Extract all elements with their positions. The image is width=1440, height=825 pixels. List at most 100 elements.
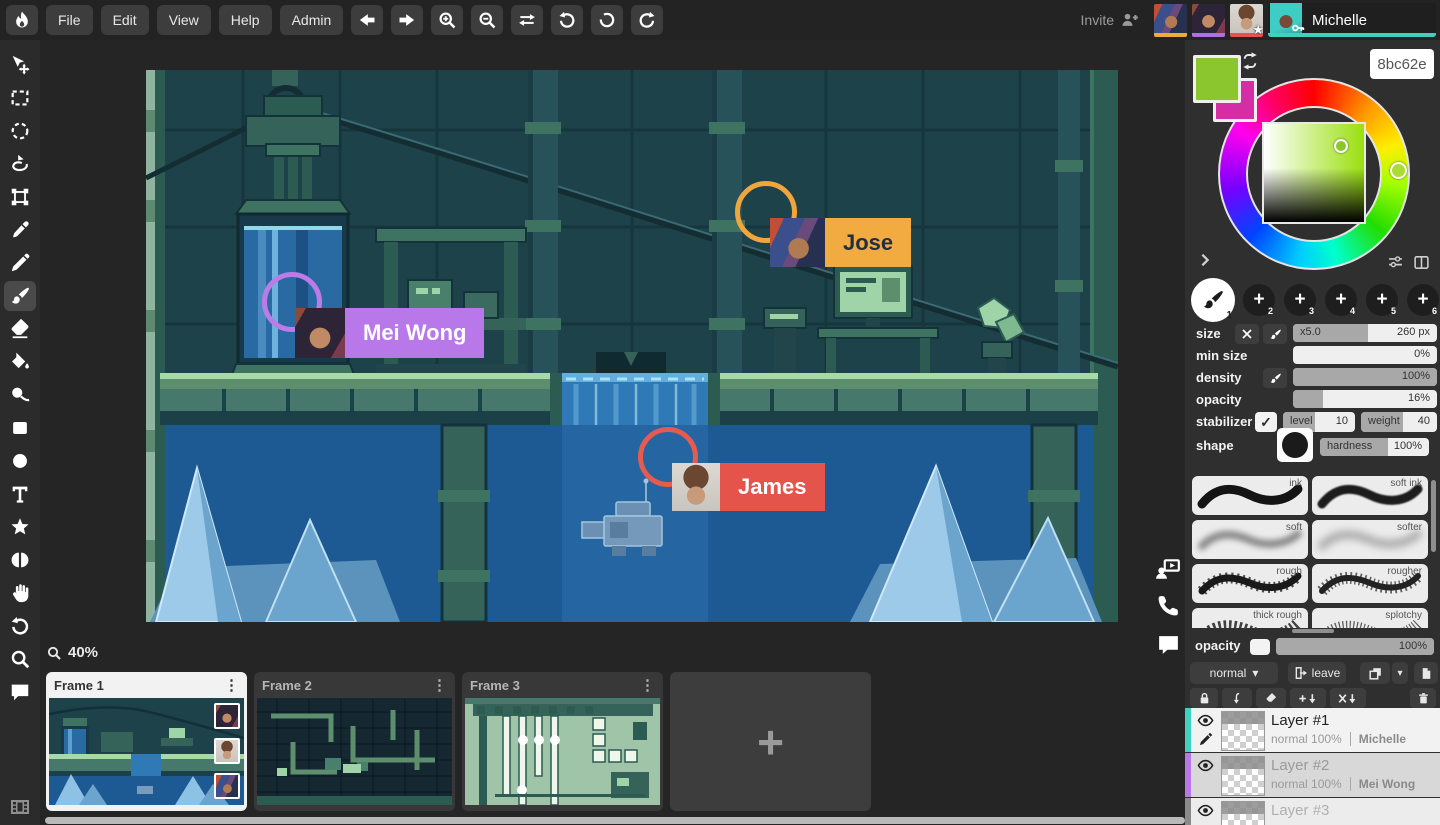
comments-button[interactable]	[1156, 632, 1182, 658]
menu-file[interactable]: File	[46, 5, 93, 35]
reset-rotation-button[interactable]	[591, 5, 623, 35]
layer-2-visibility-toggle[interactable]	[1197, 758, 1214, 773]
menu-view[interactable]: View	[157, 5, 211, 35]
hardness-slider[interactable]: hardness 100%	[1320, 438, 1429, 456]
merge-down-button[interactable]	[1330, 688, 1366, 708]
split-view-icon[interactable]	[1413, 254, 1430, 271]
lazy-brush-tool-button[interactable]	[4, 380, 36, 410]
transfer-down-button[interactable]	[1222, 688, 1252, 708]
rotate-canvas-tool-button[interactable]	[4, 611, 36, 641]
layer-row-1[interactable]: Layer #1 normal 100%Michelle	[1185, 708, 1440, 752]
layer-3-visibility-toggle[interactable]	[1197, 803, 1214, 818]
preset-soft[interactable]: soft	[1192, 520, 1308, 559]
rect-select-tool-button[interactable]	[4, 83, 36, 113]
rect-shape-tool-button[interactable]	[4, 413, 36, 443]
current-user-chip[interactable]: Michelle	[1268, 3, 1436, 37]
layer-opacity-checkbox[interactable]	[1250, 639, 1270, 655]
zoom-in-button[interactable]	[431, 5, 463, 35]
brush-opacity-slider[interactable]: 16%	[1293, 390, 1437, 408]
frames-scrollbar[interactable]	[45, 817, 1185, 824]
brush-slot-6[interactable]: +6	[1407, 284, 1439, 316]
stabilizer-checkbox[interactable]: ✓	[1255, 412, 1277, 432]
brush-slot-4[interactable]: +4	[1325, 284, 1357, 316]
frame-card-2[interactable]: Frame 2 ⋮	[254, 672, 455, 811]
lock-layer-button[interactable]	[1190, 688, 1218, 708]
screen-share-button[interactable]	[1155, 556, 1181, 582]
text-tool-button[interactable]	[4, 479, 36, 509]
preset-rough[interactable]: rough	[1192, 564, 1308, 603]
layer-1-thumbnail[interactable]	[1221, 711, 1265, 751]
menu-admin[interactable]: Admin	[280, 5, 344, 35]
blend-mode-dropdown[interactable]: normal ▾	[1190, 662, 1278, 684]
preset-softer[interactable]: softer	[1312, 520, 1428, 559]
rotate-right-button[interactable]	[631, 5, 663, 35]
layer-3-thumbnail[interactable]	[1221, 801, 1265, 825]
menu-edit[interactable]: Edit	[101, 5, 149, 35]
user-avatar-james[interactable]: ★	[1230, 4, 1263, 37]
add-layer-below-button[interactable]	[1290, 688, 1326, 708]
brush-slot-5[interactable]: +5	[1366, 284, 1398, 316]
app-logo[interactable]	[6, 5, 38, 35]
brush-tool-button[interactable]	[4, 281, 36, 311]
history-forward-button[interactable]	[391, 5, 423, 35]
brush-shape-preview[interactable]	[1277, 428, 1313, 462]
presets-scrollbar-vertical[interactable]	[1431, 480, 1436, 552]
zoom-out-button[interactable]	[471, 5, 503, 35]
min-size-slider[interactable]: 0%	[1293, 346, 1437, 364]
preset-thick-rough[interactable]: thick rough	[1192, 608, 1308, 628]
add-frame-button[interactable]: +	[670, 672, 871, 811]
layer-opacity-slider[interactable]: 100%	[1276, 638, 1434, 655]
primary-color-swatch[interactable]	[1193, 55, 1241, 103]
size-unlink-button[interactable]	[1235, 324, 1259, 344]
size-slider[interactable]: x5.0 260 px	[1293, 324, 1437, 342]
layer-2-thumbnail[interactable]	[1221, 756, 1265, 796]
swap-colors-icon[interactable]	[1241, 52, 1259, 70]
lasso-tool-button[interactable]	[4, 149, 36, 179]
layer-1-visibility-toggle[interactable]	[1197, 713, 1214, 728]
rotate-left-button[interactable]	[551, 5, 583, 35]
pencil-tool-button[interactable]	[4, 248, 36, 278]
preset-splotchy[interactable]: splotchy	[1312, 608, 1428, 628]
clear-layer-button[interactable]	[1256, 688, 1286, 708]
preset-ink[interactable]: ink	[1192, 476, 1308, 515]
layer-row-2[interactable]: Layer #2 normal 100%Mei Wong	[1185, 753, 1440, 797]
frame-2-menu-button[interactable]: ⋮	[432, 676, 447, 694]
eraser-tool-button[interactable]	[4, 314, 36, 344]
frame-card-3[interactable]: Frame 3 ⋮	[462, 672, 663, 811]
presets-scrollbar-horizontal[interactable]	[1292, 629, 1334, 633]
duplicate-layer-button[interactable]	[1360, 662, 1390, 684]
history-back-button[interactable]	[351, 5, 383, 35]
eyedropper-tool-button[interactable]	[4, 215, 36, 245]
sv-cursor[interactable]	[1334, 139, 1348, 153]
stabilizer-weight-slider[interactable]: weight 40	[1361, 412, 1437, 432]
density-slider[interactable]: 100%	[1293, 368, 1437, 386]
frame-3-menu-button[interactable]: ⋮	[640, 676, 655, 694]
frame-card-1[interactable]: Frame 1 ⋮	[46, 672, 247, 811]
ellipse-select-tool-button[interactable]	[4, 116, 36, 146]
hex-color-input[interactable]: 8bc62e	[1370, 49, 1434, 79]
voice-call-button[interactable]	[1156, 593, 1182, 619]
user-avatar-mei[interactable]	[1192, 4, 1225, 37]
density-pressure-button[interactable]	[1263, 368, 1287, 388]
new-layer-button[interactable]	[1414, 662, 1438, 684]
preset-soft-ink[interactable]: soft ink	[1312, 476, 1428, 515]
frame-1-menu-button[interactable]: ⋮	[224, 676, 239, 694]
brush-slot-1[interactable]: 1	[1191, 278, 1235, 322]
invite-button[interactable]: Invite	[1081, 10, 1140, 30]
chat-tool-button[interactable]	[4, 677, 36, 707]
brush-slot-2[interactable]: +2	[1243, 284, 1275, 316]
preset-rougher[interactable]: rougher	[1312, 564, 1428, 603]
hand-tool-button[interactable]	[4, 578, 36, 608]
transform-tool-button[interactable]	[4, 182, 36, 212]
user-avatar-jose[interactable]	[1154, 4, 1187, 37]
swap-view-button[interactable]	[511, 5, 543, 35]
saturation-value-square[interactable]	[1262, 122, 1366, 224]
timeline-toggle-button[interactable]	[4, 792, 36, 822]
star-shape-tool-button[interactable]	[4, 512, 36, 542]
ellipse-shape-tool-button[interactable]	[4, 446, 36, 476]
size-pressure-button[interactable]	[1263, 324, 1287, 344]
delete-layer-button[interactable]	[1410, 688, 1436, 708]
zoom-tool-button[interactable]	[4, 644, 36, 674]
drawing-canvas[interactable]	[146, 70, 1118, 622]
leave-layer-button[interactable]: leave	[1288, 662, 1346, 684]
